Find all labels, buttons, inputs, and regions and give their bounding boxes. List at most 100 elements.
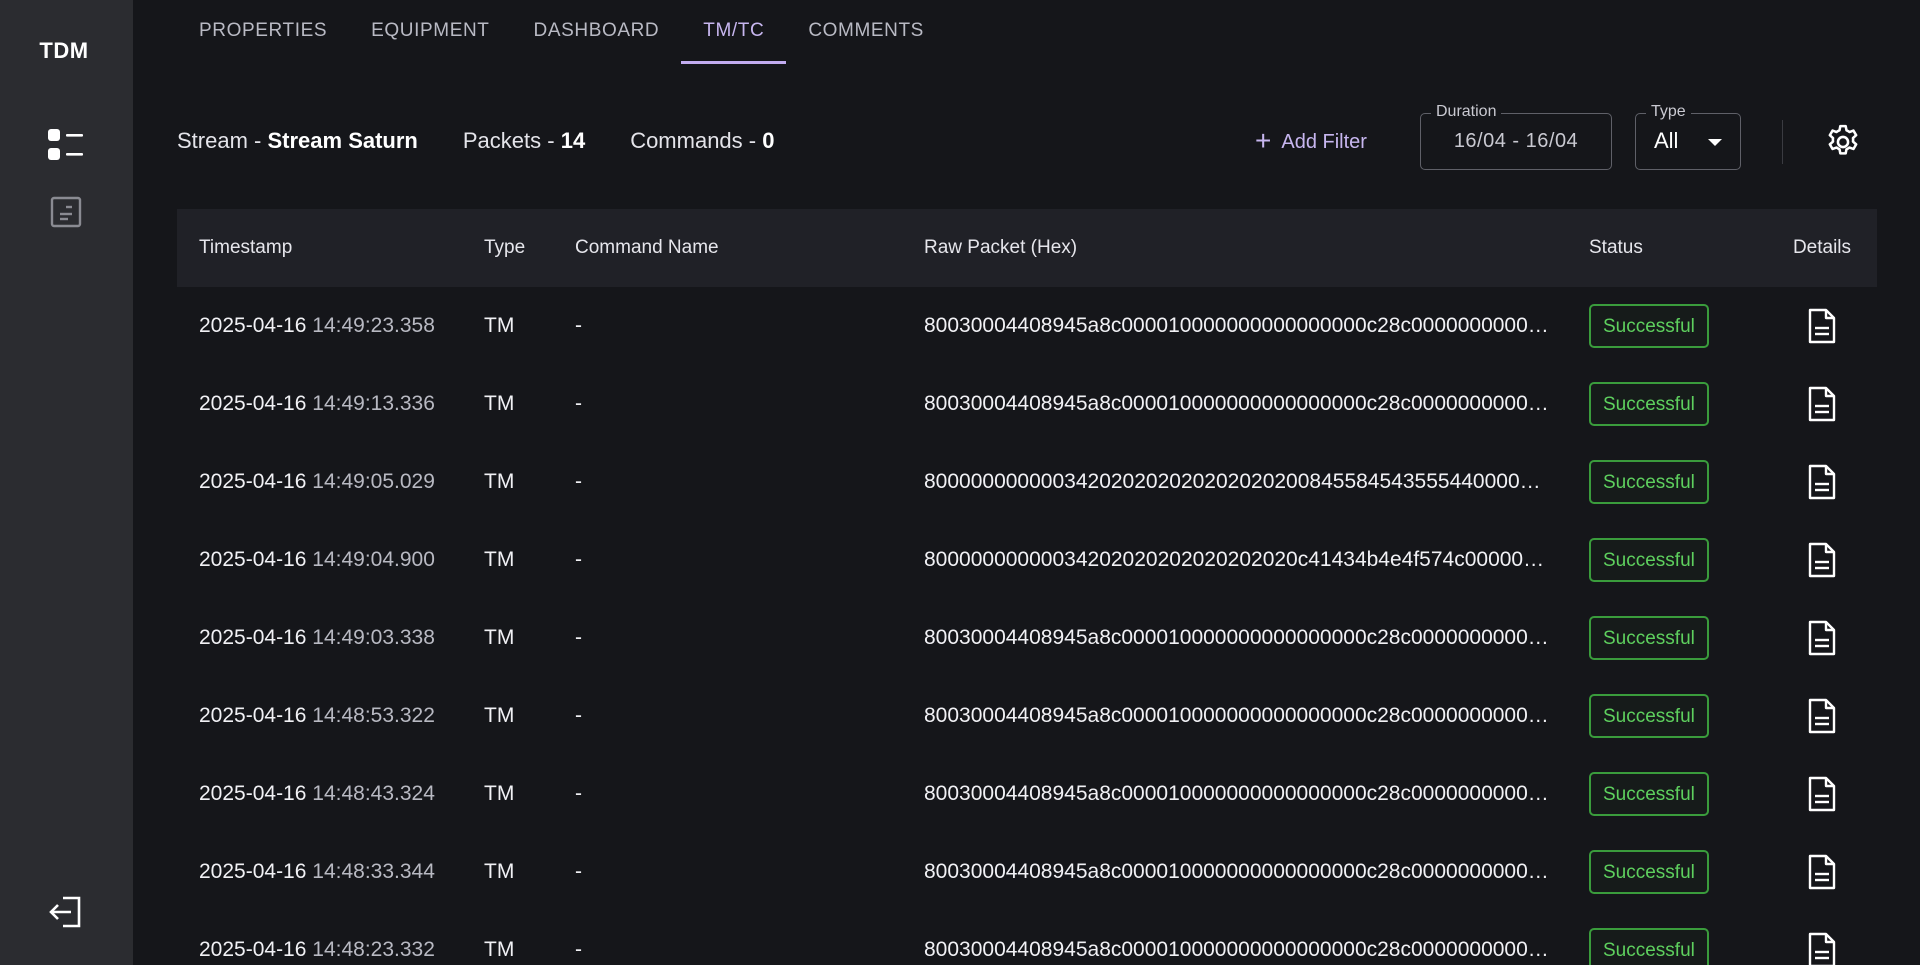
- table-row[interactable]: 2025-04-16 14:48:33.344 TM - 80030004408…: [177, 833, 1877, 911]
- raw-packet-value: 80030004408945a8c000010000000000000000c2…: [924, 392, 1549, 415]
- type-value: All: [1654, 128, 1679, 153]
- duration-value: 16/04 - 16/04: [1453, 130, 1579, 152]
- raw-packet-cell: 80030004408945a8c000010000000000000000c2…: [924, 314, 1589, 338]
- stream-value: Stream Saturn: [267, 128, 418, 153]
- sidebar-item-list[interactable]: [44, 123, 88, 167]
- status-cell: Successful: [1589, 304, 1767, 348]
- table-row[interactable]: 2025-04-16 14:49:23.358 TM - 80030004408…: [177, 287, 1877, 365]
- packets-value: 14: [560, 128, 586, 153]
- gear-icon: [1828, 124, 1858, 155]
- command-name-cell: -: [575, 626, 582, 649]
- table-row[interactable]: 2025-04-16 14:49:13.336 TM - 80030004408…: [177, 365, 1877, 443]
- timestamp-date: 2025-04-16: [199, 626, 307, 649]
- details-cell: [1767, 382, 1877, 426]
- tab-properties[interactable]: PROPERTIES: [177, 0, 349, 64]
- timestamp-date: 2025-04-16: [199, 860, 307, 883]
- duration-field[interactable]: Duration 16/04 - 16/04: [1420, 103, 1612, 170]
- raw-packet-cell: 80030004408945a8c000010000000000000000c2…: [924, 392, 1589, 416]
- raw-packet-value: 8000000000003420202020202020202008455845…: [924, 470, 1549, 493]
- table-body: 2025-04-16 14:49:23.358 TM - 80030004408…: [177, 287, 1877, 965]
- details-button[interactable]: [1800, 304, 1844, 348]
- command-name-cell: -: [575, 470, 582, 493]
- timestamp-time: 14:48:43.324: [312, 782, 435, 805]
- status-badge: Successful: [1589, 304, 1709, 348]
- sidebar-item-document[interactable]: [44, 190, 88, 234]
- status-badge: Successful: [1589, 538, 1709, 582]
- timestamp-date: 2025-04-16: [199, 470, 307, 493]
- duration-legend: Duration: [1431, 103, 1502, 121]
- timestamp-time: 14:49:05.029: [312, 470, 435, 493]
- type-cell: TM: [484, 314, 515, 337]
- table-row[interactable]: 2025-04-16 14:48:43.324 TM - 80030004408…: [177, 755, 1877, 833]
- file-icon: [1808, 542, 1836, 578]
- timestamp-date: 2025-04-16: [199, 938, 307, 961]
- commands-value: 0: [762, 128, 775, 153]
- status-cell: Successful: [1589, 460, 1767, 504]
- details-button[interactable]: [1800, 694, 1844, 738]
- logout-button[interactable]: [44, 890, 88, 934]
- status-badge: Successful: [1589, 382, 1709, 426]
- type-cell: TM: [484, 626, 515, 649]
- details-button[interactable]: [1800, 850, 1844, 894]
- raw-packet-cell: 80030004408945a8c000010000000000000000c2…: [924, 782, 1589, 806]
- command-name-cell: -: [575, 548, 582, 571]
- timestamp-time: 14:49:04.900: [312, 548, 435, 571]
- col-timestamp[interactable]: Timestamp: [177, 237, 484, 259]
- details-button[interactable]: [1800, 538, 1844, 582]
- app-logo: TDM: [39, 38, 89, 63]
- table-row[interactable]: 2025-04-16 14:48:23.332 TM - 80030004408…: [177, 911, 1877, 965]
- raw-packet-value: 80030004408945a8c000010000000000000000c2…: [924, 938, 1549, 961]
- status-badge: Successful: [1589, 772, 1709, 816]
- details-button[interactable]: [1800, 382, 1844, 426]
- type-cell: TM: [484, 470, 515, 493]
- details-button[interactable]: [1800, 772, 1844, 816]
- col-type[interactable]: Type: [484, 237, 575, 259]
- type-cell: TM: [484, 392, 515, 415]
- raw-packet-value: 80030004408945a8c000010000000000000000c2…: [924, 314, 1549, 337]
- toolbar-divider: [1782, 120, 1783, 164]
- file-icon: [1808, 386, 1836, 422]
- type-legend: Type: [1646, 103, 1691, 121]
- col-status[interactable]: Status: [1589, 237, 1767, 259]
- tab-bar: PROPERTIES EQUIPMENT DASHBOARD TM/TC COM…: [177, 0, 946, 64]
- settings-button[interactable]: [1821, 120, 1865, 164]
- details-button[interactable]: [1800, 460, 1844, 504]
- raw-packet-value: 80030004408945a8c000010000000000000000c2…: [924, 704, 1549, 727]
- command-name-cell: -: [575, 860, 582, 883]
- raw-packet-value: 80000000000034202020202020202020c41434b4…: [924, 548, 1549, 571]
- col-details[interactable]: Details: [1767, 237, 1877, 259]
- table-row[interactable]: 2025-04-16 14:49:05.029 TM - 80000000000…: [177, 443, 1877, 521]
- raw-packet-value: 80030004408945a8c000010000000000000000c2…: [924, 860, 1549, 883]
- col-raw-packet[interactable]: Raw Packet (Hex): [924, 237, 1589, 259]
- toolbar: Stream - Stream Saturn Packets - 14 Comm…: [177, 100, 1877, 185]
- raw-packet-cell: 80030004408945a8c000010000000000000000c2…: [924, 704, 1589, 728]
- tab-equipment[interactable]: EQUIPMENT: [349, 0, 511, 64]
- table-row[interactable]: 2025-04-16 14:48:53.322 TM - 80030004408…: [177, 677, 1877, 755]
- packets-stat: Packets - 14: [463, 128, 585, 154]
- command-name-cell: -: [575, 314, 582, 337]
- document-icon: [50, 196, 82, 228]
- tab-dashboard[interactable]: DASHBOARD: [512, 0, 682, 64]
- table-row[interactable]: 2025-04-16 14:49:03.338 TM - 80030004408…: [177, 599, 1877, 677]
- details-button[interactable]: [1800, 928, 1844, 965]
- table-row[interactable]: 2025-04-16 14:49:04.900 TM - 80000000000…: [177, 521, 1877, 599]
- tab-tmtc[interactable]: TM/TC: [681, 0, 787, 64]
- timestamp-cell: 2025-04-16 14:49:05.029: [177, 470, 484, 494]
- timestamp-cell: 2025-04-16 14:49:13.336: [177, 392, 484, 416]
- stream-stats: Stream - Stream Saturn Packets - 14 Comm…: [177, 128, 774, 154]
- raw-packet-cell: 8000000000003420202020202020202008455845…: [924, 470, 1589, 494]
- col-command-name[interactable]: Command Name: [575, 237, 924, 259]
- status-cell: Successful: [1589, 772, 1767, 816]
- tab-comments[interactable]: COMMENTS: [786, 0, 946, 64]
- raw-packet-cell: 80030004408945a8c000010000000000000000c2…: [924, 938, 1589, 962]
- type-select[interactable]: Type All: [1635, 103, 1741, 170]
- raw-packet-value: 80030004408945a8c000010000000000000000c2…: [924, 626, 1549, 649]
- timestamp-date: 2025-04-16: [199, 782, 307, 805]
- status-cell: Successful: [1589, 928, 1767, 965]
- timestamp-time: 14:49:23.358: [312, 314, 435, 337]
- details-button[interactable]: [1800, 616, 1844, 660]
- details-cell: [1767, 304, 1877, 348]
- details-cell: [1767, 616, 1877, 660]
- type-cell: TM: [484, 938, 515, 961]
- add-filter-button[interactable]: + Add Filter: [1255, 122, 1367, 162]
